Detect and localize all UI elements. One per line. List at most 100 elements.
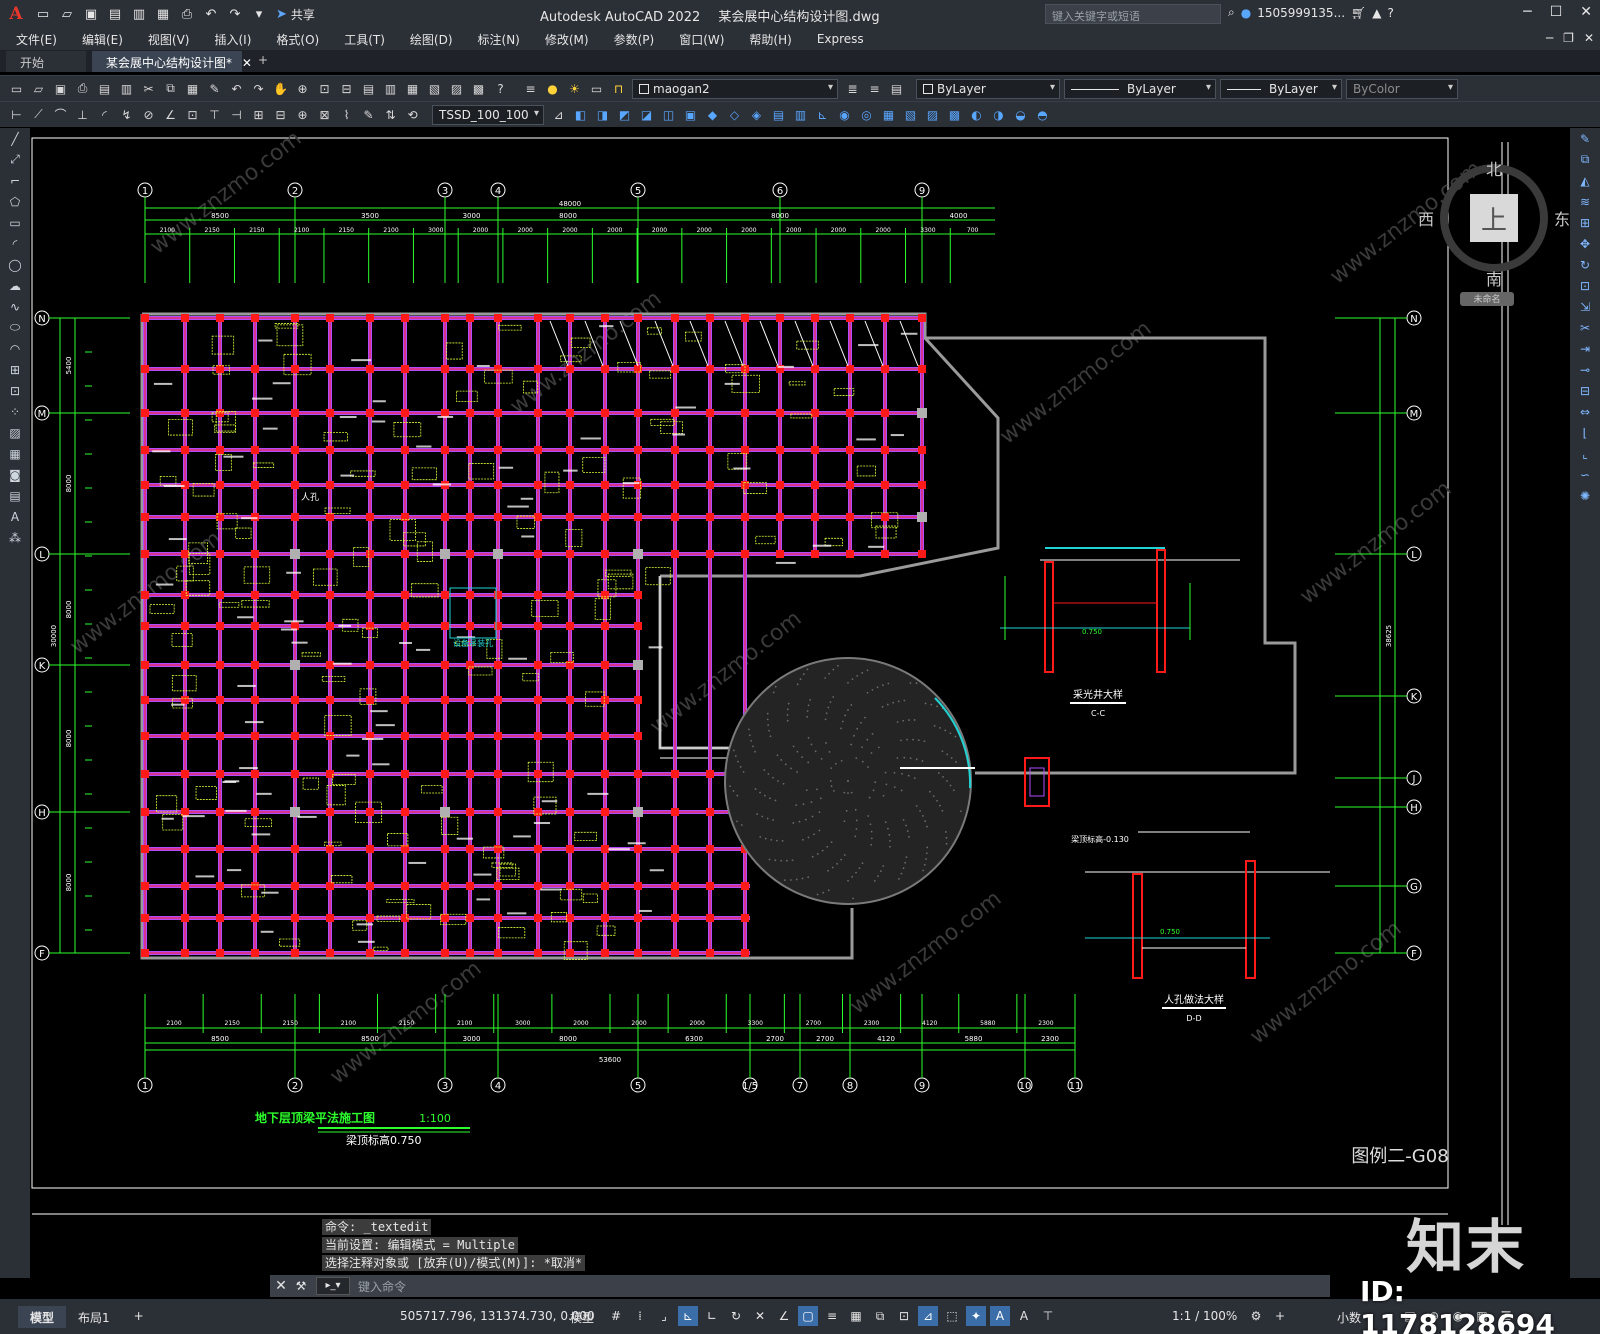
- region-icon[interactable]: ◙: [0, 464, 30, 485]
- menu-item[interactable]: 格式(O): [276, 31, 319, 48]
- polyline-icon[interactable]: ⌐: [0, 170, 30, 191]
- mirror-icon[interactable]: ◭: [1570, 170, 1600, 191]
- dim-space-icon[interactable]: ⊞: [250, 106, 267, 123]
- linetype-dropdown[interactable]: ByLayer: [1064, 78, 1216, 99]
- dimstyle-dropdown[interactable]: TSSD_100_100: [432, 104, 544, 125]
- arc-icon[interactable]: ◜: [0, 233, 30, 254]
- wcs-menu[interactable]: 未命名: [1460, 292, 1514, 306]
- tolerance-icon[interactable]: ⊟: [272, 106, 289, 123]
- customize-icon[interactable]: ⚒: [292, 1279, 310, 1293]
- cut-icon[interactable]: ✂: [140, 80, 157, 97]
- dim-jogged-icon[interactable]: ↯: [118, 106, 135, 123]
- ucs-x-icon[interactable]: ◒: [1012, 106, 1029, 123]
- save-web-icon[interactable]: ▦: [154, 5, 172, 23]
- selection-cycling-icon[interactable]: ⧉: [870, 1306, 890, 1326]
- dim-baseline-icon[interactable]: ⊤: [206, 106, 223, 123]
- viewcube-south[interactable]: 南: [1486, 266, 1502, 290]
- autodesk-icon[interactable]: ▲: [1372, 6, 1381, 20]
- extend-icon[interactable]: ⇥: [1570, 338, 1600, 359]
- spline-icon[interactable]: ∿: [0, 296, 30, 317]
- stretch-icon[interactable]: ⇲: [1570, 296, 1600, 317]
- tab-drawing[interactable]: 某会展中心结构设计图* ✕: [92, 51, 252, 72]
- view-back-icon[interactable]: ◫: [660, 106, 677, 123]
- open-file-icon[interactable]: ▱: [30, 80, 47, 97]
- view-se-icon[interactable]: ◇: [726, 106, 743, 123]
- new-tab-button[interactable]: +: [248, 51, 278, 72]
- redo-icon[interactable]: ↷: [226, 5, 244, 23]
- menu-item[interactable]: 编辑(E): [82, 31, 123, 48]
- view-sw-icon[interactable]: ◆: [704, 106, 721, 123]
- copy-icon[interactable]: ⧉: [162, 80, 179, 97]
- viewcube-top-face[interactable]: 上: [1470, 194, 1518, 242]
- break-icon[interactable]: ⊟: [1570, 380, 1600, 401]
- view-right-icon[interactable]: ◪: [638, 106, 655, 123]
- break-point-icon[interactable]: ⊸: [1570, 359, 1600, 380]
- layer-vp-icon[interactable]: ▭: [588, 80, 605, 97]
- more-icon[interactable]: ▾: [250, 5, 268, 23]
- design-center-icon[interactable]: ▥: [382, 80, 399, 97]
- sheet-set-icon[interactable]: ▧: [426, 80, 443, 97]
- rectangle-icon[interactable]: ▭: [0, 212, 30, 233]
- save-file-icon[interactable]: ▣: [52, 80, 69, 97]
- menu-item[interactable]: 绘图(D): [410, 31, 453, 48]
- snap-icon[interactable]: ⁞: [630, 1306, 650, 1326]
- ucs-face-icon[interactable]: ▦: [880, 106, 897, 123]
- inspect-icon[interactable]: ⊠: [316, 106, 333, 123]
- quick-dim-icon[interactable]: ⊡: [184, 106, 201, 123]
- hatch-icon[interactable]: ▨: [0, 422, 30, 443]
- selection-filter-icon[interactable]: ⬚: [942, 1306, 962, 1326]
- autocad-logo-icon[interactable]: A: [0, 0, 32, 28]
- drawing-canvas[interactable]: www.znzmo.com www.znzmo.com www.znzmo.com w…: [30, 128, 1570, 1278]
- viewcube[interactable]: 上 北 南 西 东 未命名: [1418, 156, 1570, 316]
- fillet-icon[interactable]: ⌞: [1570, 443, 1600, 464]
- print-icon[interactable]: ⎙: [74, 80, 91, 97]
- tab-start[interactable]: 开始: [6, 51, 86, 72]
- model-space-toggle[interactable]: 模型: [570, 1309, 594, 1326]
- menu-item[interactable]: 标注(N): [478, 31, 520, 48]
- pan-icon[interactable]: ✋: [272, 80, 289, 97]
- close-commandline-icon[interactable]: ✕: [270, 1278, 292, 1294]
- dyn-ucs-icon[interactable]: ⊿: [918, 1306, 938, 1326]
- zoom-previous-icon[interactable]: ⊟: [338, 80, 355, 97]
- dim-aligned-icon[interactable]: ⟋: [30, 106, 47, 123]
- command-line[interactable]: ✕ ⚒ ▸_▾ 键入命令: [270, 1275, 1330, 1297]
- center-mark-icon[interactable]: ⊕: [294, 106, 311, 123]
- help-tool-icon[interactable]: ?: [492, 80, 509, 97]
- dimtedit-icon[interactable]: ⇅: [382, 106, 399, 123]
- copy-object-icon[interactable]: ⧉: [1570, 149, 1600, 170]
- construction-line-icon[interactable]: ⤢: [0, 149, 30, 170]
- view-nw-icon[interactable]: ▤: [770, 106, 787, 123]
- layer-state-icon[interactable]: ▤: [888, 80, 905, 97]
- move-icon[interactable]: ✥: [1570, 233, 1600, 254]
- dim-radius-icon[interactable]: ◜: [96, 106, 113, 123]
- recent-commands-icon[interactable]: ▸_▾: [316, 1277, 350, 1295]
- layer-freeze-icon[interactable]: ☀: [566, 80, 583, 97]
- dim-update-icon[interactable]: ⟲: [404, 106, 421, 123]
- polar-icon[interactable]: ↻: [726, 1306, 746, 1326]
- ucs-3point-icon[interactable]: ◑: [990, 106, 1007, 123]
- layer-on-icon[interactable]: ●: [544, 80, 561, 97]
- ucs-view-icon[interactable]: ▨: [924, 106, 941, 123]
- menu-item[interactable]: 文件(E): [16, 31, 57, 48]
- annotation-scale-icon[interactable]: ⊤: [1038, 1306, 1058, 1326]
- ucs-z-icon[interactable]: ◐: [968, 106, 985, 123]
- circle-icon[interactable]: ◯: [0, 254, 30, 275]
- dim-diameter-icon[interactable]: ⊘: [140, 106, 157, 123]
- matchprop-icon[interactable]: ✎: [206, 80, 223, 97]
- command-input[interactable]: 键入命令: [358, 1278, 406, 1295]
- viewcube-west[interactable]: 西: [1418, 206, 1434, 230]
- make-block-icon[interactable]: ⊡: [0, 380, 30, 401]
- ucs-y-icon[interactable]: ◓: [1034, 106, 1051, 123]
- point-icon[interactable]: ⁘: [0, 401, 30, 422]
- dim-style-icon[interactable]: ⊿: [550, 106, 567, 123]
- save-icon[interactable]: ▣: [82, 5, 100, 23]
- close-doc-icon[interactable]: ✕: [1584, 31, 1594, 45]
- menu-item[interactable]: 修改(M): [545, 31, 589, 48]
- auto-scale-icon[interactable]: A: [1014, 1306, 1034, 1326]
- maximize-icon[interactable]: ☐: [1550, 4, 1563, 20]
- menu-item[interactable]: 参数(P): [614, 31, 655, 48]
- layer-lock-icon[interactable]: ⊓: [610, 80, 627, 97]
- layer-dropdown[interactable]: maogan2: [632, 78, 838, 99]
- scale-icon[interactable]: ⊡: [1570, 275, 1600, 296]
- view-bottom-icon[interactable]: ▣: [682, 106, 699, 123]
